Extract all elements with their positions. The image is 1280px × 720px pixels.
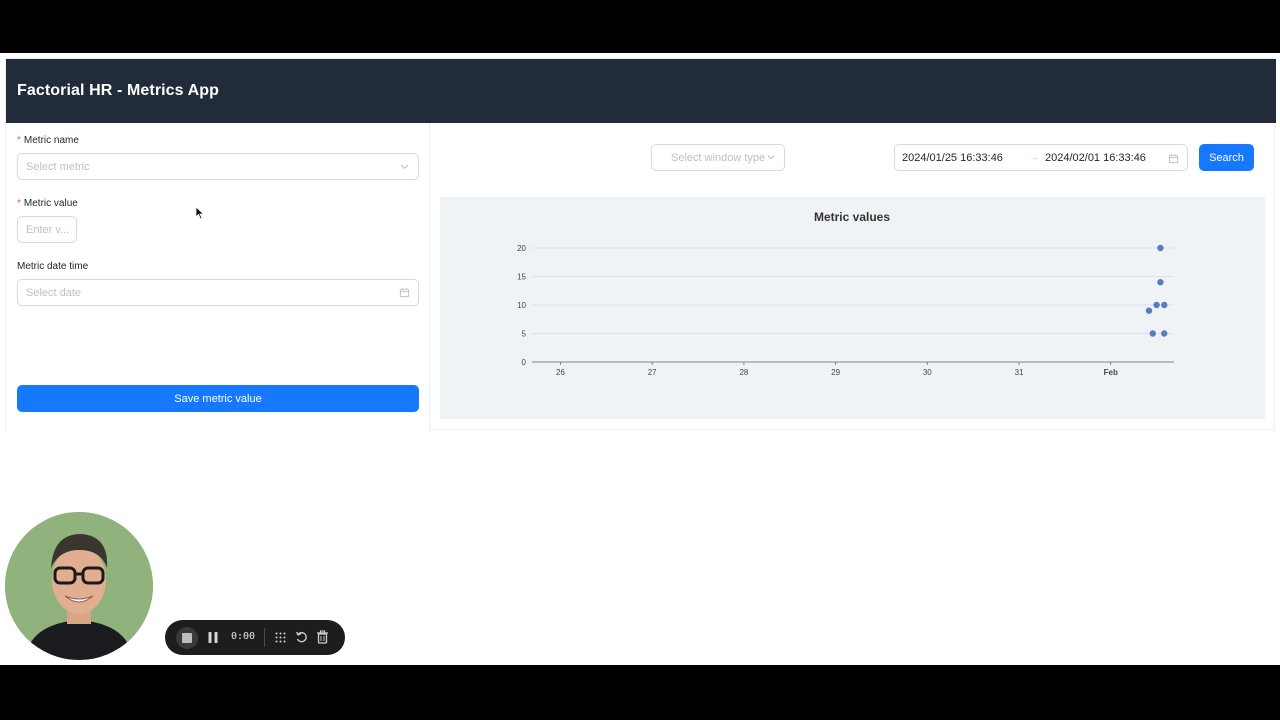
drawing-grid-icon[interactable] (274, 631, 287, 644)
x-tick-label: 28 (739, 368, 748, 377)
recording-toolbar: 0:00 (165, 620, 345, 655)
x-tick-label: 29 (831, 368, 840, 377)
x-tick-label: 31 (1015, 368, 1024, 377)
metric-value-label: * Metric value (17, 198, 78, 209)
data-point[interactable] (1149, 330, 1156, 337)
webcam-overlay (5, 512, 153, 660)
x-tick-label: 27 (648, 368, 657, 377)
data-point[interactable] (1157, 279, 1164, 286)
metric-date-picker[interactable]: Select date (17, 279, 419, 306)
app-header: Factorial HR - Metrics App (6, 59, 1276, 123)
scatter-chart: Metric values 0 5 10 15 20 26 27 28 29 30 31 Feb (517, 210, 1174, 377)
y-tick-label: 5 (522, 330, 527, 339)
chevron-down-icon (767, 155, 775, 160)
search-button[interactable]: Search (1199, 144, 1254, 171)
data-point[interactable] (1153, 301, 1160, 309)
range-arrow-icon: → (1029, 152, 1039, 163)
save-metric-button[interactable]: Save metric value (17, 385, 419, 412)
restart-icon[interactable] (295, 630, 308, 644)
app-title: Factorial HR - Metrics App (17, 82, 220, 99)
stop-icon (182, 633, 192, 643)
window-type-select[interactable]: Select window type (651, 144, 785, 171)
stop-recording-button[interactable] (176, 627, 198, 649)
metrics-app: Factorial HR - Metrics App * Metric name … (5, 58, 1276, 431)
y-axis: 0 5 10 15 20 (517, 244, 1174, 367)
metric-values-chart: Metric values 0 5 10 15 20 26 27 28 29 30 31 Feb (440, 197, 1265, 419)
metric-name-label: * Metric name (17, 135, 79, 146)
metric-value-placeholder: Enter v... (26, 223, 70, 236)
page-viewport: Factorial HR - Metrics App * Metric name … (0, 53, 1280, 665)
x-tick-label: 30 (923, 368, 932, 377)
x-tick-label: 26 (556, 368, 565, 377)
data-point[interactable] (1157, 244, 1164, 252)
metrics-chart-panel: Select window type 2024/01/25 16:33:46 →… (430, 123, 1276, 431)
metric-date-placeholder: Select date (26, 286, 82, 299)
y-tick-label: 15 (517, 273, 526, 282)
required-mark: * (17, 198, 21, 209)
pause-icon[interactable] (207, 631, 219, 644)
data-points (1145, 244, 1168, 337)
x-axis: 26 27 28 29 30 31 Feb (556, 362, 1118, 377)
presenter-avatar (5, 512, 153, 660)
window-type-placeholder: Select window type (671, 151, 766, 164)
calendar-icon (399, 287, 410, 298)
chart-title: Metric values (814, 210, 890, 224)
trash-icon[interactable] (316, 630, 329, 644)
data-point[interactable] (1161, 330, 1168, 337)
mouse-cursor-icon (195, 206, 205, 220)
metric-value-input[interactable]: Enter v... (17, 216, 77, 243)
data-point[interactable] (1161, 301, 1168, 309)
recording-timer: 0:00 (231, 631, 256, 642)
metric-name-placeholder: Select metric (26, 160, 90, 173)
range-start-input[interactable]: 2024/01/25 16:33:46 (902, 152, 1003, 164)
y-tick-label: 0 (522, 358, 527, 367)
metric-form: * Metric name Select metric * Metric value… (6, 123, 430, 431)
metric-date-label: Metric date time (17, 261, 89, 272)
toolbar-divider (264, 628, 265, 647)
calendar-icon (1168, 153, 1179, 164)
date-range-picker[interactable]: 2024/01/25 16:33:46 → 2024/02/01 16:33:4… (894, 144, 1188, 171)
required-mark: * (17, 135, 21, 146)
data-point[interactable] (1145, 307, 1153, 314)
x-tick-label: Feb (1104, 368, 1118, 377)
metric-name-select[interactable]: Select metric (17, 153, 419, 180)
y-tick-label: 20 (517, 244, 526, 253)
range-end-input[interactable]: 2024/02/01 16:33:46 (1045, 152, 1146, 164)
chevron-down-icon (400, 164, 409, 170)
y-tick-label: 10 (517, 301, 526, 310)
